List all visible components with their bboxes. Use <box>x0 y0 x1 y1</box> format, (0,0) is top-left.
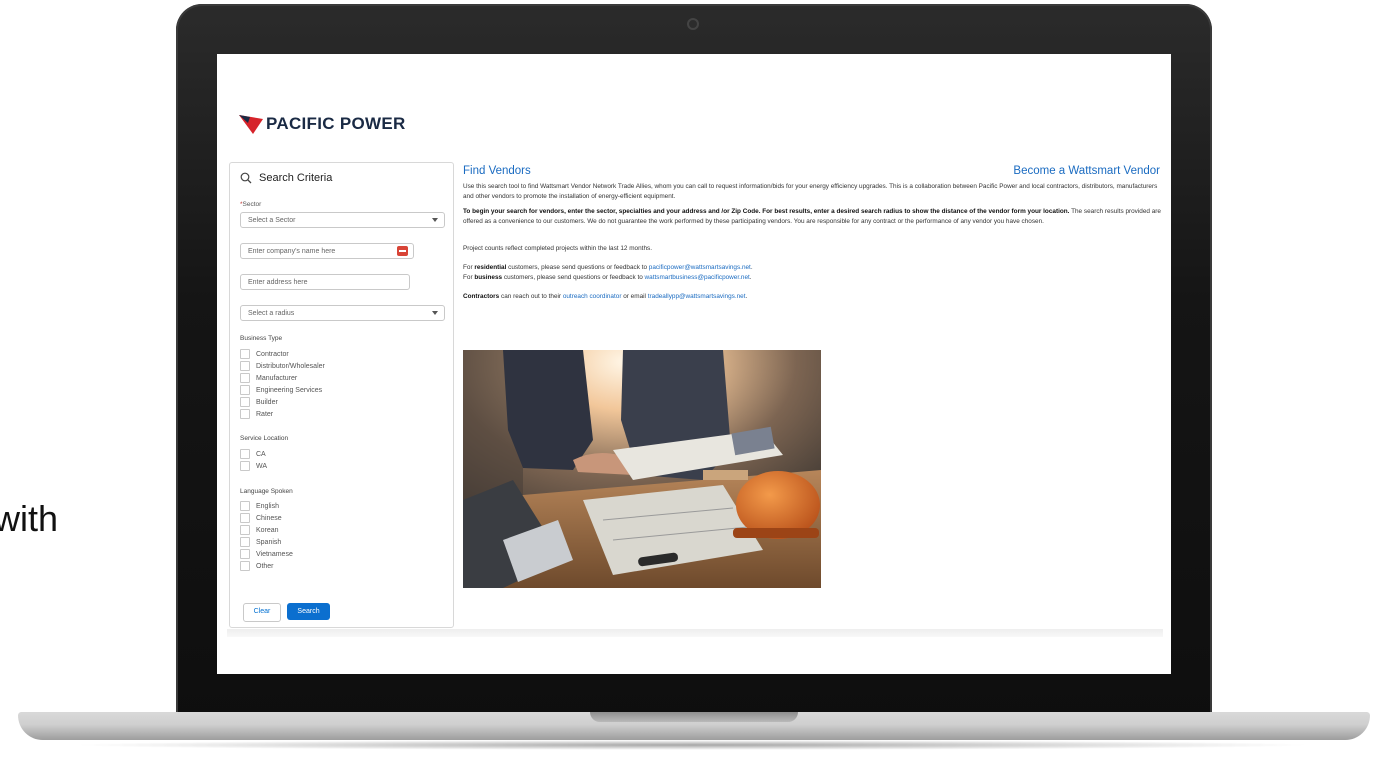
text-bold: Contractors <box>463 293 500 300</box>
text: . <box>750 264 753 271</box>
checkbox-label: CA <box>256 450 266 458</box>
search-criteria-panel: Search Criteria *Sector Select a Sector … <box>229 162 454 628</box>
search-criteria-header: Search Criteria <box>240 172 332 184</box>
checkbox-label: Builder <box>256 398 278 406</box>
checkbox-label: Spanish <box>256 538 282 546</box>
residential-line: For residential customers, please send q… <box>463 263 1163 273</box>
laptop-shadow <box>70 740 1315 750</box>
checkbox-other[interactable]: Other <box>240 561 274 571</box>
checkbox-korean[interactable]: Korean <box>240 525 279 535</box>
text-bold: business <box>474 273 503 281</box>
checkbox-label: Vietnamese <box>256 550 293 558</box>
text: customers, please send questions or feed… <box>506 264 649 271</box>
text: customers, please send questions or feed… <box>502 273 645 281</box>
checkbox-label: Korean <box>256 526 279 534</box>
sector-select[interactable]: Select a Sector <box>240 212 445 228</box>
checkbox-vietnamese[interactable]: Vietnamese <box>240 549 293 559</box>
chevron-down-icon <box>432 218 438 222</box>
intro-paragraph: Use this search tool to find Wattsmart V… <box>463 183 1158 200</box>
checkbox-label: WA <box>256 462 268 470</box>
contractors-line: Contractors can reach out to their outre… <box>463 292 1163 302</box>
chevron-down-icon <box>432 311 438 315</box>
contractors-photo <box>463 350 821 588</box>
business-type-label: Business Type <box>240 335 283 342</box>
contractors-photo-illustration <box>463 350 821 588</box>
checkbox-engineering[interactable]: Engineering Services <box>240 385 322 395</box>
laptop-base <box>18 712 1370 740</box>
page-title: Find Vendors <box>463 165 531 177</box>
address-placeholder: Enter address here <box>248 279 308 286</box>
sector-label-text: Sector <box>242 201 262 208</box>
webcam <box>687 18 699 30</box>
checkbox-label: Other <box>256 562 274 570</box>
text: can reach out to their <box>499 293 563 300</box>
radius-select[interactable]: Select a radius <box>240 305 445 321</box>
contact-card-icon[interactable] <box>397 246 408 256</box>
search-icon <box>240 172 252 184</box>
checkbox-label: Contractor <box>256 350 289 358</box>
text: . <box>745 293 748 300</box>
pacific-power-logo[interactable]: PACIFIC POWER <box>238 113 406 135</box>
business-line: For business customers, please send ques… <box>463 273 1163 283</box>
checkbox-spanish[interactable]: Spanish <box>240 537 281 547</box>
service-location-label: Service Location <box>240 435 289 442</box>
checkbox-chinese[interactable]: Chinese <box>240 513 282 523</box>
checkbox-ca[interactable]: CA <box>240 449 266 459</box>
checkbox-label: Rater <box>256 410 274 418</box>
laptop-screen: PACIFIC POWER Search Criteria *Sector Se… <box>217 54 1171 674</box>
logo-text: PACIFIC POWER <box>266 114 406 133</box>
radius-select-value: Select a radius <box>248 310 295 317</box>
laptop-lid: PACIFIC POWER Search Criteria *Sector Se… <box>176 4 1212 740</box>
company-name-placeholder: Enter company's name here <box>248 248 336 255</box>
text: . <box>749 273 752 281</box>
language-spoken-label: Language Spoken <box>240 488 293 495</box>
checkbox-contractor[interactable]: Contractor <box>240 349 289 359</box>
checkbox-label: Chinese <box>256 514 282 522</box>
checkbox-english[interactable]: English <box>240 501 279 511</box>
outreach-coordinator-link[interactable]: outreach coordinator <box>563 293 622 300</box>
sector-select-value: Select a Sector <box>248 217 296 224</box>
checkbox-rater[interactable]: Rater <box>240 409 273 419</box>
slide-partial-text: with <box>0 498 59 539</box>
text: For <box>463 264 475 271</box>
text: or email <box>621 293 648 300</box>
checkbox-manufacturer[interactable]: Manufacturer <box>240 373 297 383</box>
checkbox-distributor[interactable]: Distributor/Wholesaler <box>240 361 325 371</box>
checkbox-builder[interactable]: Builder <box>240 397 278 407</box>
search-criteria-title: Search Criteria <box>259 172 333 184</box>
clear-button[interactable]: Clear <box>243 603 281 622</box>
residential-email-link[interactable]: pacificpower@wattsmartsavings.net <box>649 264 751 271</box>
checkbox-label: Engineering Services <box>256 386 323 394</box>
laptop-base-notch <box>590 712 798 722</box>
checkbox-label: Manufacturer <box>256 374 298 382</box>
address-input[interactable]: Enter address here <box>240 274 410 290</box>
search-button[interactable]: Search <box>287 603 330 620</box>
checkbox-label: English <box>256 502 279 510</box>
instructions-bold: To begin your search for vendors, enter … <box>463 208 1070 215</box>
sector-label: *Sector <box>240 201 261 208</box>
footer-bar <box>227 629 1163 637</box>
business-email-link[interactable]: wattsmartbusiness@pacificpower.net <box>645 274 750 281</box>
text-bold: residential <box>474 264 507 271</box>
instructions-paragraph: To begin your search for vendors, enter … <box>463 207 1163 226</box>
project-counts-text: Project counts reflect completed project… <box>463 245 652 252</box>
text: For <box>463 273 475 281</box>
become-vendor-link[interactable]: Become a Wattsmart Vendor <box>1013 165 1160 177</box>
logo-mark-icon <box>239 115 263 134</box>
checkbox-label: Distributor/Wholesaler <box>256 362 325 370</box>
company-name-input[interactable]: Enter company's name here <box>240 243 414 259</box>
tradeally-email-link[interactable]: tradeallypp@wattsmartsavings.net <box>648 293 746 300</box>
checkbox-wa[interactable]: WA <box>240 461 267 471</box>
